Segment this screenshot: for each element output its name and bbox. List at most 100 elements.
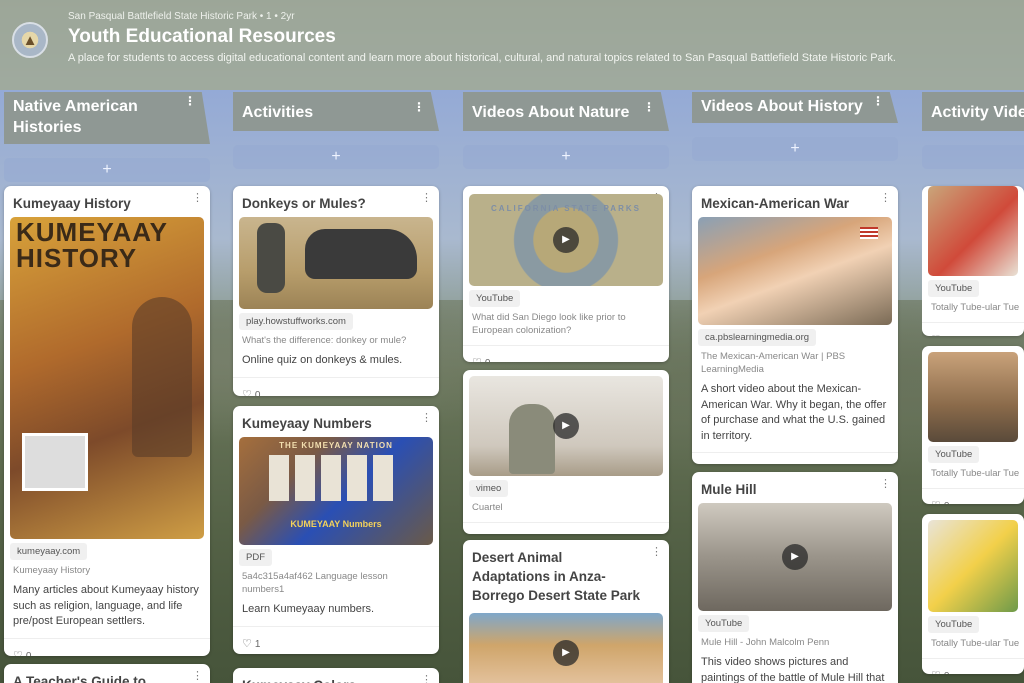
image-subcaption: KUMEYAAY Numbers xyxy=(290,519,382,529)
post-card[interactable]: A Teacher's Guide to ⋮ xyxy=(4,664,210,683)
add-post-button[interactable]: + xyxy=(692,137,898,161)
column-header: Native American Histories ⋮ xyxy=(4,92,210,144)
post-image xyxy=(239,217,433,309)
column-native-american-histories: Native American Histories ⋮ + Kumeyaay H… xyxy=(4,92,210,683)
more-vertical-icon[interactable]: ⋮ xyxy=(184,94,196,108)
source-chip[interactable]: vimeo xyxy=(469,480,509,497)
post-meta: The Mexican-American War | PBS LearningM… xyxy=(701,351,846,375)
post-image: ▶ xyxy=(469,613,663,683)
play-icon[interactable]: ▶ xyxy=(553,413,579,439)
source-chip[interactable]: YouTube xyxy=(469,290,521,307)
post-card[interactable]: YouTube Totally Tube-ular Tue ♡0 xyxy=(922,514,1024,674)
post-meta: Totally Tube-ular Tue xyxy=(931,468,1020,479)
column-title: Activity Videos xyxy=(931,104,1024,121)
source-chip[interactable]: YouTube xyxy=(698,615,750,632)
like-row[interactable]: ♡0 xyxy=(233,376,439,397)
source-chip[interactable]: YouTube xyxy=(928,446,980,463)
like-row[interactable]: ♡0 xyxy=(922,322,1024,336)
image-caption: KUMEYAAY HISTORY xyxy=(16,217,168,273)
post-description: This video shows pictures and paintings … xyxy=(701,656,885,683)
like-row[interactable]: ♡0 xyxy=(4,637,210,657)
post-image xyxy=(928,352,1018,442)
more-vertical-icon[interactable]: ⋮ xyxy=(880,191,891,204)
heart-icon[interactable]: ♡ xyxy=(931,500,941,504)
post-image xyxy=(698,217,892,325)
post-image: CALIFORNIA STATE PARKS ▶ xyxy=(469,194,663,286)
source-chip[interactable]: ca.pbslearningmedia.org xyxy=(698,329,817,346)
column-header: Videos About History ⋮ xyxy=(692,92,898,123)
post-card[interactable]: YouTube Totally Tube-ular Tue ♡0 xyxy=(922,186,1024,336)
post-card[interactable]: Mule Hill ⋮ ▶ YouTube Mule Hill - John M… xyxy=(692,472,898,683)
column-header: Activities ⋮ xyxy=(233,92,439,131)
like-count: 1 xyxy=(254,638,261,650)
post-card[interactable]: Kumeyaay Colors ⋮ xyxy=(233,668,439,683)
like-row[interactable]: ♡0 xyxy=(463,345,669,362)
post-card[interactable]: ⋮ CALIFORNIA STATE PARKS ▶ YouTube What … xyxy=(463,186,669,362)
post-description: Learn Kumeyaay numbers. xyxy=(242,603,375,615)
add-post-button[interactable]: + xyxy=(233,145,439,169)
like-count: 0 xyxy=(944,501,950,504)
more-vertical-icon[interactable]: ⋮ xyxy=(421,191,432,204)
image-caption: CALIFORNIA STATE PARKS xyxy=(491,204,641,213)
more-vertical-icon[interactable]: ⋮ xyxy=(192,669,203,682)
source-chip[interactable]: YouTube xyxy=(928,616,980,633)
like-row[interactable]: ♡ 1 xyxy=(233,625,439,655)
like-row[interactable]: ♡0 xyxy=(922,488,1024,504)
play-icon[interactable]: ▶ xyxy=(782,544,808,570)
donkey-illustration xyxy=(305,229,417,279)
source-chip[interactable]: YouTube xyxy=(928,280,980,297)
more-vertical-icon[interactable]: ⋮ xyxy=(872,94,884,108)
post-card[interactable]: Desert Animal Adaptations in Anza-Borreg… xyxy=(463,540,669,683)
more-vertical-icon[interactable]: ⋮ xyxy=(651,545,662,558)
more-vertical-icon[interactable]: ⋮ xyxy=(192,191,203,204)
column-activity-videos: Activity Videos YouTube Totally Tube-ula… xyxy=(922,92,1024,683)
heart-icon[interactable]: ♡ xyxy=(472,357,482,362)
post-meta: Cuartel xyxy=(472,502,503,513)
heart-icon[interactable]: ♡ xyxy=(242,389,252,397)
post-meta: Kumeyaay History xyxy=(13,565,91,576)
post-image: THE KUMEYAAY NATION KUMEYAAY Numbers xyxy=(239,437,433,545)
post-title: Mule Hill xyxy=(701,482,757,497)
post-card[interactable]: Kumeyaay Numbers ⋮ THE KUMEYAAY NATION K… xyxy=(233,406,439,654)
column-header: Videos About Nature ⋮ xyxy=(463,92,669,131)
page-title: Youth Educational Resources xyxy=(68,26,336,47)
post-title: Kumeyaay Colors xyxy=(233,668,439,683)
heart-icon[interactable]: ♡ xyxy=(931,334,941,336)
post-title: Kumeyaay Numbers xyxy=(242,416,372,431)
source-chip[interactable]: PDF xyxy=(239,549,272,566)
post-card[interactable]: Kumeyaay History ⋮ KUMEYAAY HISTORY kume… xyxy=(4,186,210,656)
post-image: ▶ xyxy=(698,503,892,611)
play-icon[interactable]: ▶ xyxy=(553,227,579,253)
image-caption: THE KUMEYAAY NATION xyxy=(279,441,393,450)
more-vertical-icon[interactable]: ⋮ xyxy=(880,477,891,490)
post-description: Many articles about Kumeyaay history suc… xyxy=(13,584,199,627)
post-card[interactable]: YouTube Totally Tube-ular Tue ♡0 xyxy=(922,346,1024,504)
more-vertical-icon[interactable]: ⋮ xyxy=(421,411,432,424)
source-chip[interactable]: kumeyaay.com xyxy=(10,543,88,560)
heart-icon[interactable]: ♡ xyxy=(13,650,23,657)
post-card[interactable]: ⋮ ▶ vimeo Cuartel ♡0 xyxy=(463,370,669,534)
heart-icon[interactable]: ♡ xyxy=(242,638,252,650)
more-vertical-icon[interactable]: ⋮ xyxy=(421,673,432,683)
post-image: KUMEYAAY HISTORY xyxy=(10,217,204,539)
heart-icon[interactable]: ♡ xyxy=(931,670,941,674)
like-row[interactable]: ♡0 xyxy=(463,522,669,534)
post-card[interactable]: Donkeys or Mules? ⋮ play.howstuffworks.c… xyxy=(233,186,439,396)
post-title: Kumeyaay History xyxy=(13,196,131,211)
play-icon[interactable]: ▶ xyxy=(553,640,579,666)
add-post-button[interactable]: + xyxy=(463,145,669,169)
park-logo-icon: ▲ xyxy=(12,22,48,58)
more-vertical-icon[interactable]: ⋮ xyxy=(643,100,655,114)
post-meta: What did San Diego look like prior to Eu… xyxy=(472,312,626,336)
add-post-button[interactable] xyxy=(922,145,1024,169)
source-chip[interactable]: play.howstuffworks.com xyxy=(239,313,353,330)
add-post-button[interactable]: + xyxy=(4,158,210,182)
post-title: Donkeys or Mules? xyxy=(242,196,366,211)
more-vertical-icon[interactable]: ⋮ xyxy=(413,100,425,114)
post-card[interactable]: Mexican-American War ⋮ ca.pbslearningmed… xyxy=(692,186,898,464)
like-count: 0 xyxy=(485,358,491,362)
post-description: Online quiz on donkeys & mules. xyxy=(242,354,403,366)
column-videos-about-history: Videos About History ⋮ + Mexican-America… xyxy=(692,92,898,683)
like-row[interactable]: ♡0 xyxy=(692,452,898,464)
like-row[interactable]: ♡0 xyxy=(922,658,1024,674)
